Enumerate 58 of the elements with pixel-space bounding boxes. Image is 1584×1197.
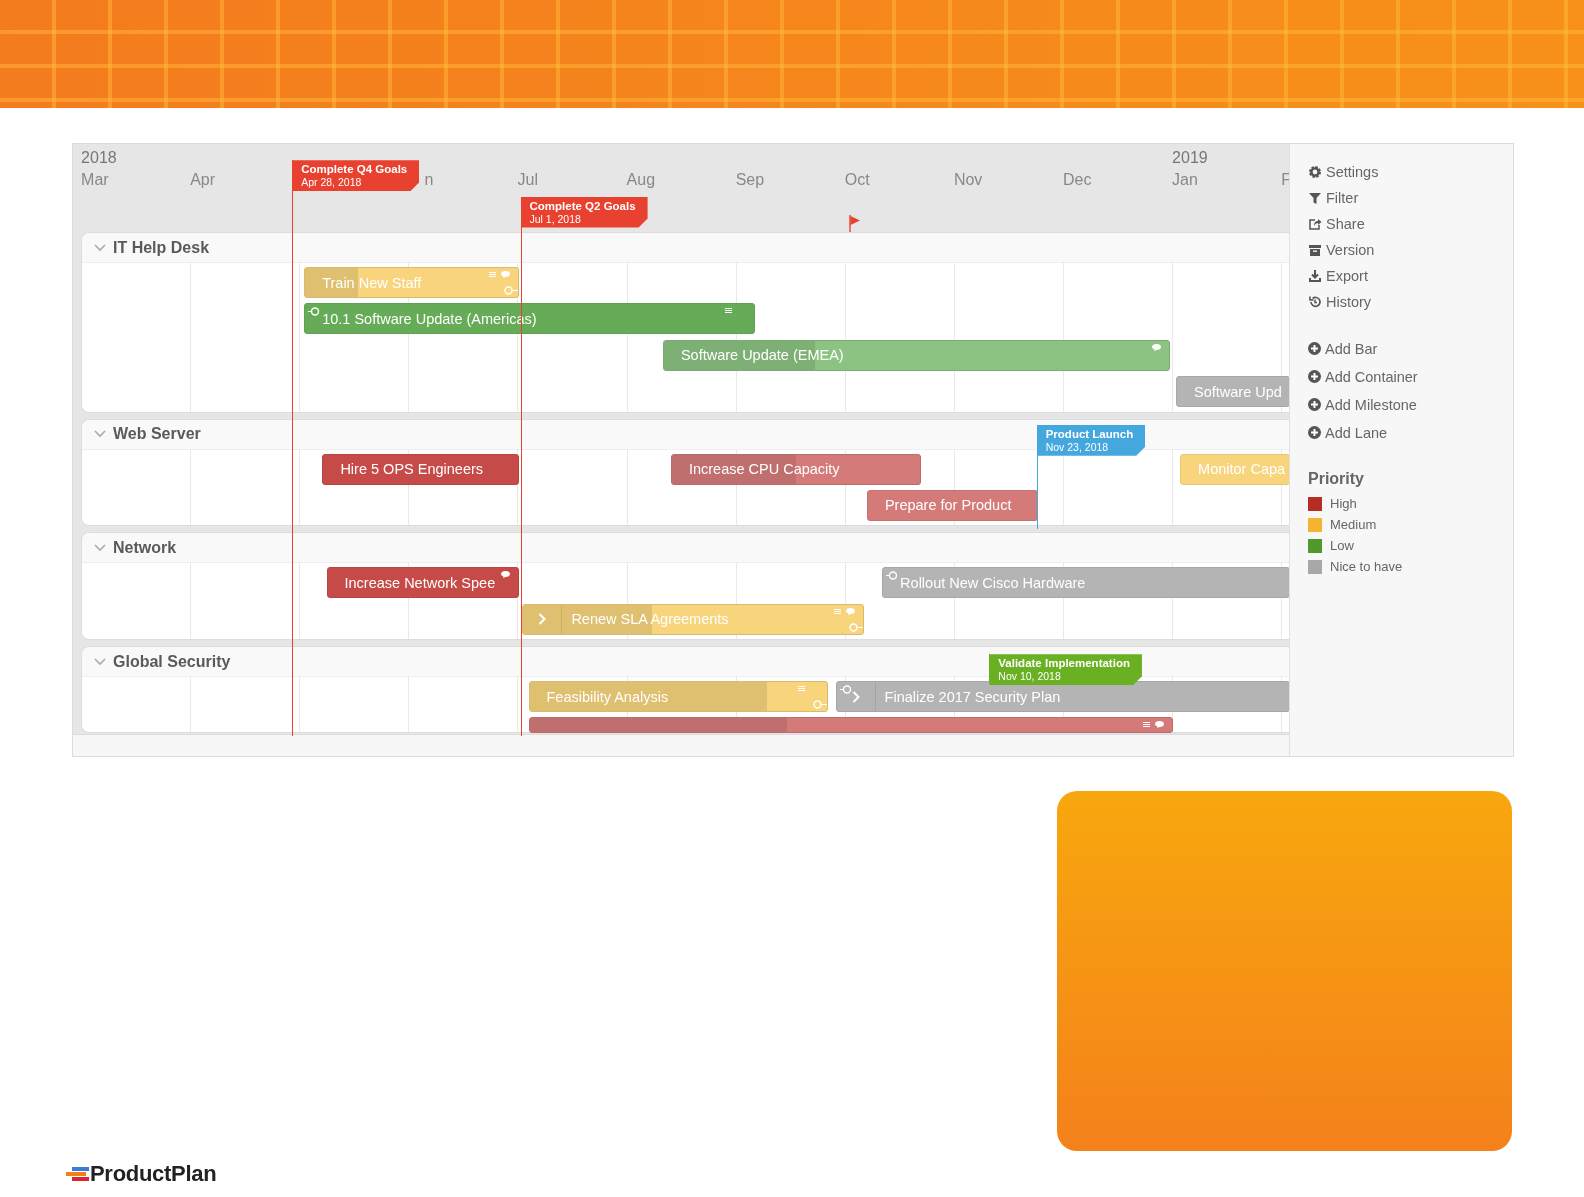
sidebar-menu-item[interactable]: Filter: [1308, 188, 1359, 207]
month-label: Mar: [81, 171, 109, 189]
sidebar-menu-item[interactable]: Add Container: [1308, 367, 1418, 386]
lane-name: Web Server: [113, 425, 201, 443]
sidebar-menu-item[interactable]: History: [1308, 292, 1372, 311]
sidebar-menu-item[interactable]: Add Bar: [1308, 339, 1378, 358]
legend-title: Priority: [1308, 470, 1364, 488]
logo-text: ProductPlan: [90, 1161, 217, 1187]
roadmap-bar[interactable]: Software Update (EMEA): [662, 339, 1170, 371]
lane-name: Global Security: [113, 652, 231, 671]
sidebar-menu-item[interactable]: Export: [1308, 266, 1368, 285]
legend-label: Nice to have: [1330, 559, 1403, 574]
legend-label: High: [1330, 496, 1357, 511]
month-label: Aug: [626, 171, 656, 189]
history-icon: [1308, 294, 1322, 309]
chevron-right-icon: [851, 690, 860, 703]
month-label: Dec: [1063, 171, 1092, 189]
month-label: Nov: [953, 171, 983, 189]
roadmap-bar[interactable]: Prepare for Product: [866, 489, 1038, 521]
plus-circle-icon: [1308, 398, 1321, 411]
milestone-flag[interactable]: Complete Q2 Goals Jul 1, 2018: [520, 196, 648, 228]
sidebar-menu-item[interactable]: Version: [1308, 240, 1375, 259]
share-icon: [1308, 216, 1322, 231]
milestone-flag[interactable]: Validate Implementation Nov 10, 2018: [989, 654, 1142, 686]
milestone-flag[interactable]: Product Launch Nov 23, 2018: [1036, 424, 1146, 456]
lane-header[interactable]: IT Help Desk: [82, 233, 1289, 263]
month-label: Jul: [517, 171, 538, 189]
month-label: Oct: [844, 171, 870, 189]
lane-name: Network: [113, 538, 177, 557]
sidebar-menu-item[interactable]: Settings: [1308, 162, 1379, 181]
filter-icon: [1308, 190, 1322, 205]
sidebar-menu-item[interactable]: Share: [1308, 214, 1365, 233]
plus-circle-icon: [1308, 342, 1321, 355]
roadmap-bar[interactable]: Hire 5 OPS Engineers: [322, 453, 520, 485]
sidebar-menu-item[interactable]: Add Lane: [1308, 423, 1388, 442]
sidebar-menu-item[interactable]: Add Milestone: [1308, 395, 1417, 414]
roadmap-bar[interactable]: Increase Network Spee: [326, 567, 520, 599]
legend-label: Low: [1330, 538, 1354, 553]
milestone-flag[interactable]: Complete Q4 Goals Apr 28, 2018: [292, 160, 420, 192]
plus-circle-icon: [1308, 370, 1321, 383]
month-label: n: [424, 171, 434, 189]
lane-header[interactable]: Network: [82, 533, 1289, 564]
year-label: 2018: [81, 149, 117, 167]
month-label: Apr: [190, 171, 216, 189]
roadmap-bar[interactable]: Increase CPU Capacity: [670, 453, 922, 485]
legend-label: Medium: [1330, 517, 1377, 532]
flag-icon: [848, 214, 861, 232]
lane-name: IT Help Desk: [113, 238, 210, 257]
month-label: Sep: [735, 171, 765, 189]
chevron-right-icon: [538, 613, 547, 626]
gear-icon: [1308, 164, 1322, 179]
archive-icon: [1308, 242, 1322, 257]
logo-icon: [66, 1166, 90, 1182]
roadmap-bar[interactable]: [528, 717, 1173, 733]
download-icon: [1308, 268, 1322, 283]
plus-circle-icon: [1308, 426, 1321, 439]
year-label: 2019: [1172, 149, 1208, 167]
month-label: Jan: [1172, 171, 1198, 189]
